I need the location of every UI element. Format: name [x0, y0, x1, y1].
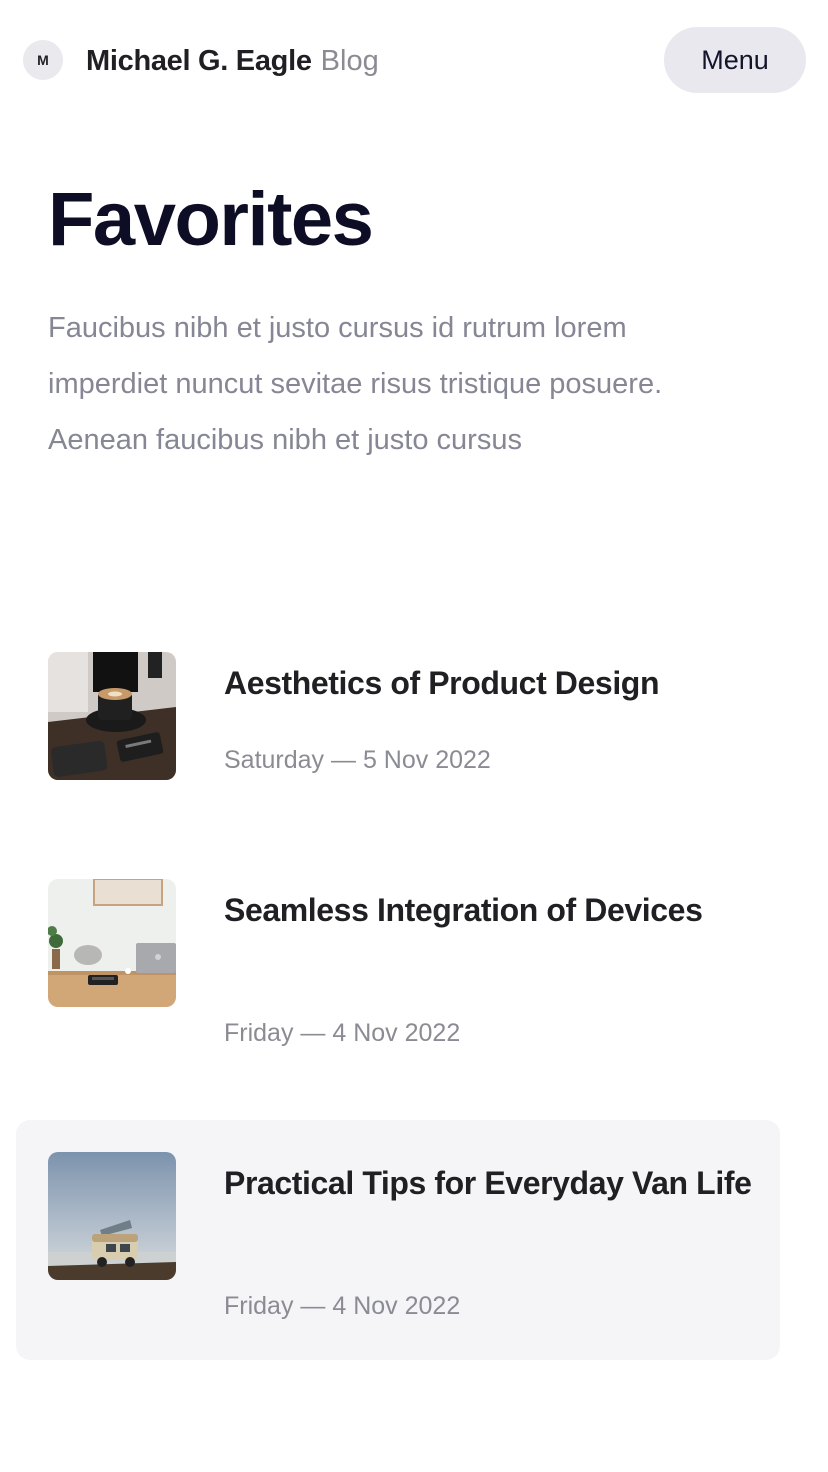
post-card[interactable]: Seamless Integration of Devices Friday —… — [16, 847, 780, 1077]
page: M Michael G. Eagle Blog Menu Favorites F… — [0, 0, 828, 1472]
menu-button[interactable]: Menu — [664, 27, 806, 93]
post-title[interactable]: Practical Tips for Everyday Van Life — [224, 1160, 764, 1206]
van-landscape-image — [48, 1152, 176, 1280]
post-date: Friday — 4 Nov 2022 — [224, 1019, 461, 1047]
post-date: Friday — 4 Nov 2022 — [224, 1292, 461, 1320]
avatar[interactable]: M — [23, 40, 63, 80]
post-card[interactable]: Practical Tips for Everyday Van Life Fri… — [16, 1120, 780, 1360]
brand-suffix: Blog — [320, 45, 379, 77]
site-header: M Michael G. Eagle Blog Menu — [0, 0, 828, 120]
post-date: Saturday — 5 Nov 2022 — [224, 746, 491, 774]
brand-name: Michael G. Eagle — [86, 45, 312, 77]
page-intro: Faucibus nibh et justo cursus id rutrum … — [48, 312, 663, 456]
post-title[interactable]: Aesthetics of Product Design — [224, 660, 764, 706]
post-card[interactable]: Aesthetics of Product Design Saturday — … — [16, 620, 780, 810]
post-title[interactable]: Seamless Integration of Devices — [224, 887, 764, 933]
coffee-desk-image — [48, 652, 176, 780]
page-title: Favorites — [48, 177, 374, 262]
brand-link[interactable]: Michael G. Eagle Blog — [86, 42, 379, 80]
workspace-laptop-image — [48, 879, 176, 1007]
